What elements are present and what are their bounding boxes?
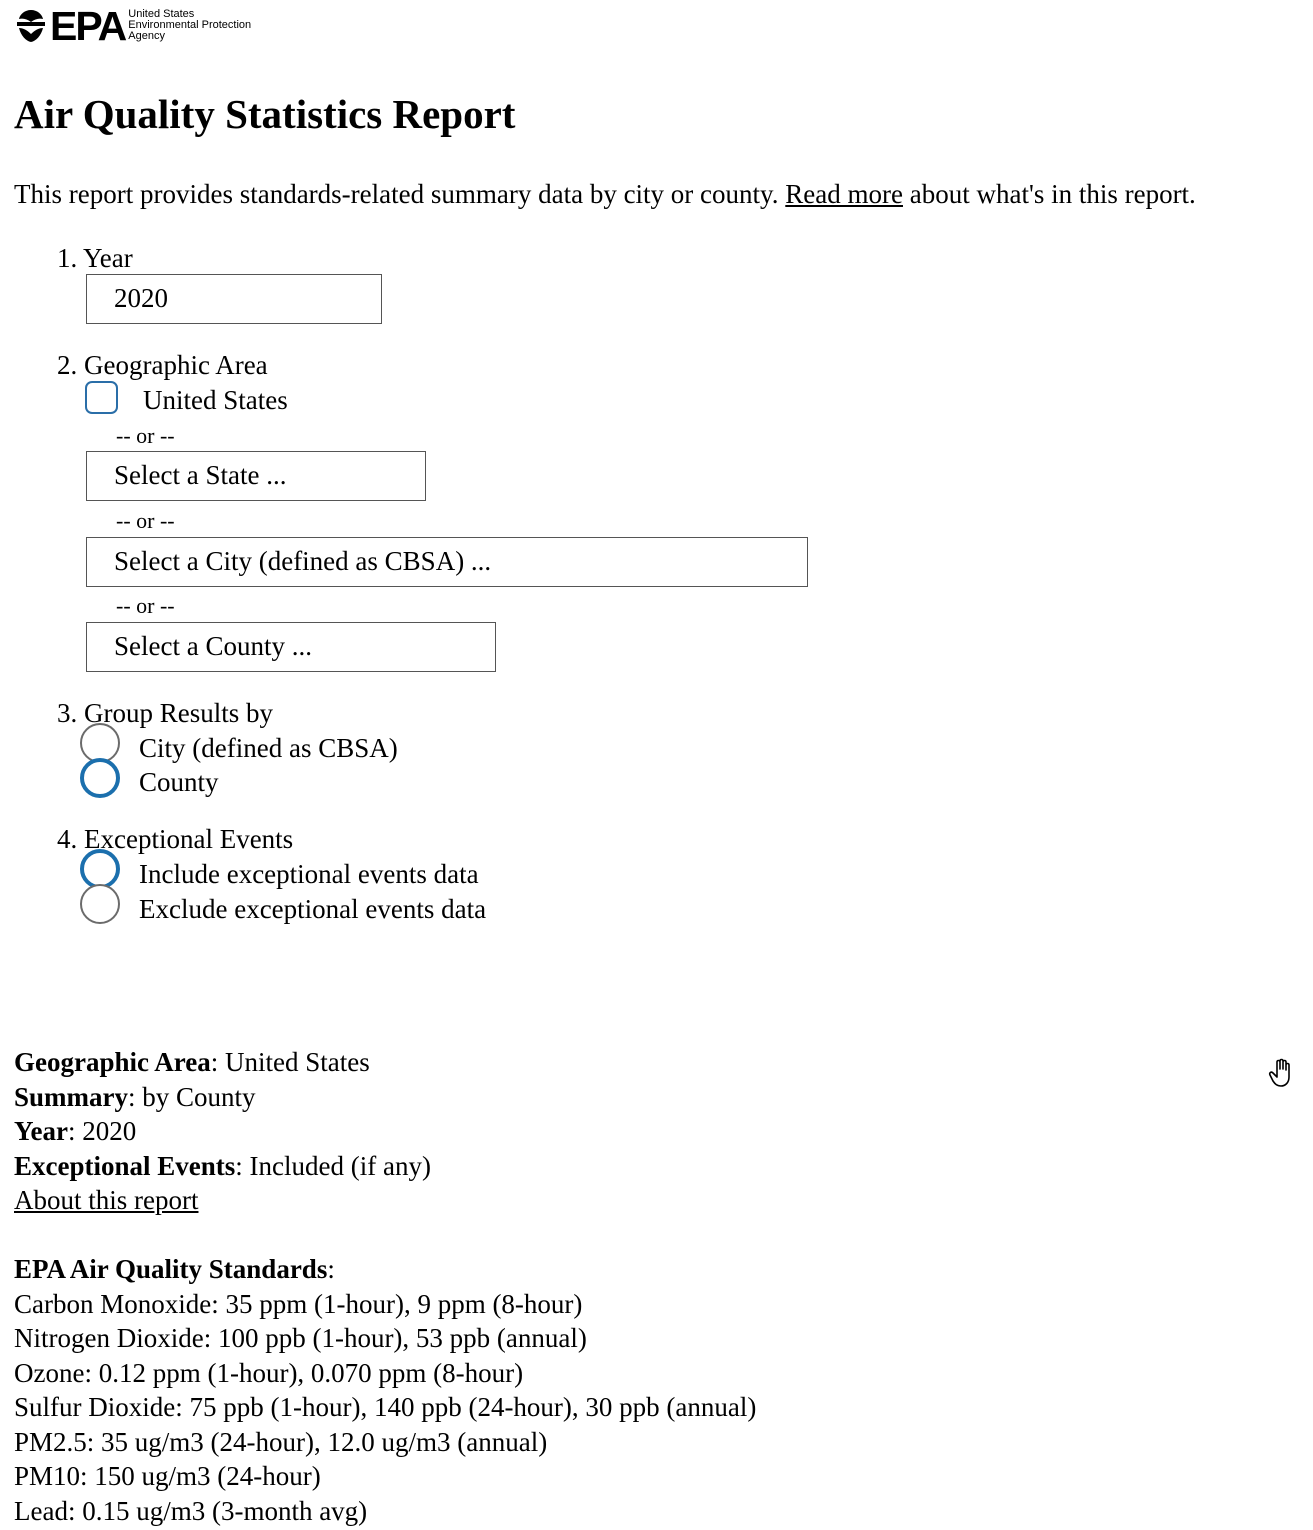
standard-item: Carbon Monoxide: 35 ppm (1-hour), 9 ppm … [14, 1288, 583, 1319]
summary-events-label: Exceptional Events [14, 1150, 236, 1181]
year-label: 1. Year [57, 243, 133, 273]
summary-geo-line: Geographic Area: United States [14, 1045, 431, 1080]
include-events-radio[interactable] [80, 849, 120, 889]
summary-geo-value: : United States [210, 1047, 370, 1077]
epa-flower-icon [17, 10, 45, 42]
summary-geo-label: Geographic Area [14, 1047, 211, 1077]
or-separator: -- or -- [116, 508, 175, 533]
summary-grouping-label: Summary [14, 1081, 128, 1112]
group-city-radio[interactable] [80, 723, 120, 763]
epa-logo[interactable]: EPA United States Environmental Protecti… [14, 3, 252, 49]
geographic-area-label: 2. Geographic Area [57, 350, 268, 380]
standards-heading-colon: : [327, 1254, 335, 1284]
summary-year-line: Year: 2020 [14, 1114, 431, 1149]
county-select[interactable]: Select a County ... [86, 622, 496, 672]
standard-item: PM2.5: 35 ug/m3 (24-hour), 12.0 ug/m3 (a… [14, 1426, 548, 1457]
agency-line: Agency [128, 29, 165, 42]
united-states-checkbox[interactable] [85, 381, 118, 414]
intro-text-start: This report provides standards-related s… [14, 179, 786, 209]
or-separator: -- or -- [116, 423, 175, 448]
standards-heading: EPA Air Quality Standards: [14, 1252, 756, 1287]
hand-pointer-icon [1268, 1058, 1290, 1087]
state-select[interactable]: Select a State ... [86, 451, 426, 501]
year-select[interactable]: 2020 [86, 274, 382, 324]
city-select[interactable]: Select a City (defined as CBSA) ... [86, 537, 808, 587]
standard-item: Nitrogen Dioxide: 100 ppb (1-hour), 53 p… [14, 1323, 587, 1353]
or-separator: -- or -- [116, 593, 175, 618]
intro-text-end: about what's in this report. [902, 179, 1196, 209]
about-report-line: About this report [14, 1183, 431, 1218]
united-states-label[interactable]: United States [143, 383, 288, 417]
include-events-label[interactable]: Include exceptional events data [139, 857, 479, 891]
standard-item: Lead: 0.15 ug/m3 (3-month avg) [14, 1495, 368, 1526]
read-more-link[interactable]: Read more [785, 179, 903, 209]
page-title: Air Quality Statistics Report [14, 91, 516, 137]
summary-year-value: : 2020 [67, 1116, 137, 1146]
group-city-label[interactable]: City (defined as CBSA) [139, 731, 398, 765]
agency-line: Environmental Protection [128, 18, 252, 31]
group-county-label[interactable]: County [139, 765, 219, 799]
summary-events-line: Exceptional Events: Included (if any) [14, 1149, 431, 1184]
summary-grouping-line: Summary: by County [14, 1080, 431, 1115]
exclude-events-radio[interactable] [80, 884, 120, 924]
standard-item: Ozone: 0.12 ppm (1-hour), 0.070 ppm (8-h… [14, 1357, 524, 1388]
standard-item: PM10: 150 ug/m3 (24-hour) [14, 1461, 321, 1491]
agency-name: United States Environmental Protection A… [128, 7, 252, 42]
summary-year-label: Year [14, 1116, 68, 1146]
standards-heading-label: EPA Air Quality Standards [14, 1254, 328, 1284]
about-report-link[interactable]: About this report [14, 1185, 198, 1215]
intro-text: This report provides standards-related s… [14, 176, 1196, 212]
agency-line: United States [128, 7, 195, 20]
air-quality-standards: EPA Air Quality Standards: Carbon Monoxi… [14, 1252, 756, 1528]
epa-wordmark: EPA [50, 3, 127, 49]
summary-grouping-value: : by County [128, 1081, 256, 1112]
group-county-radio[interactable] [80, 758, 120, 798]
exclude-events-label[interactable]: Exclude exceptional events data [139, 892, 486, 926]
summary-events-value: : Included (if any) [235, 1150, 431, 1181]
standard-item: Sulfur Dioxide: 75 ppb (1-hour), 140 ppb… [14, 1392, 757, 1422]
report-summary: Geographic Area: United States Summary: … [14, 1045, 431, 1218]
